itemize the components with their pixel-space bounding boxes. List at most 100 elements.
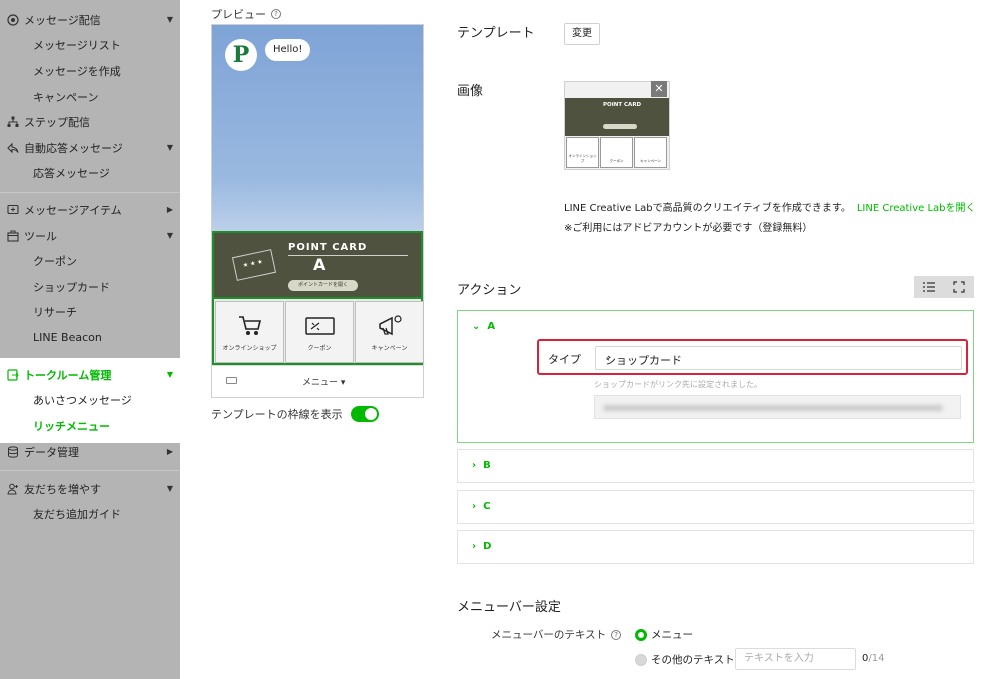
radio-unselected[interactable] [635, 653, 647, 666]
sidebar-item-label: 応答メッセージ [33, 166, 110, 180]
chat-bubble: Hello! [265, 39, 311, 61]
coupon-icon [286, 312, 353, 340]
divider [288, 255, 408, 256]
accordion-header-a[interactable]: ⌄ A [472, 321, 495, 332]
thumb-cell: オンラインショップ [566, 137, 599, 168]
help-icon[interactable]: ? [611, 629, 622, 640]
type-help-text: ショップカードがリンク先に設定されました。 [594, 380, 762, 389]
sidebar-item-broadcast[interactable]: メッセージ配信 ▼ [0, 7, 180, 32]
list-view-button[interactable] [914, 276, 944, 298]
menubar-text-input[interactable]: テキストを入力 [735, 648, 856, 670]
image-label: 画像 [457, 84, 484, 99]
expand-icon [953, 281, 965, 293]
tool-icon [6, 229, 20, 243]
sidebar-item-label: メッセージリスト [33, 38, 121, 52]
sidebar-item-label: キャンペーン [33, 90, 99, 104]
chevron-down-icon: ▼ [166, 15, 174, 24]
sidebar-item-response-message[interactable]: 応答メッセージ [0, 160, 180, 185]
thumb-button [603, 124, 637, 129]
step-icon [6, 115, 20, 129]
broadcast-icon [6, 13, 20, 27]
thumb-cell: キャンペーン [634, 137, 667, 168]
sidebar-item-label: データ管理 [24, 445, 79, 459]
sidebar-item-data[interactable]: データ管理 ▶ [0, 439, 180, 464]
creative-lab-link[interactable]: LINE Creative Labを開く [857, 203, 976, 214]
item-icon [6, 203, 20, 217]
chat-menubar[interactable]: メニュー ▾ [212, 365, 423, 397]
sidebar-item-shop-card[interactable]: ショップカード [0, 274, 180, 299]
toggle-label: テンプレートの枠線を表示 [211, 408, 343, 421]
link-url-field[interactable] [594, 395, 961, 419]
rich-menu-preview[interactable]: ★★★ POINT CARD ポイントカードを開く A オンラインショップ クー… [212, 231, 424, 365]
chevron-down-icon: ▼ [166, 484, 174, 493]
data-icon [6, 445, 20, 459]
sidebar-item-message-list[interactable]: メッセージリスト [0, 32, 180, 57]
creative-lab-text: LINE Creative Labで高品質のクリエイティブを作成できます。 [564, 203, 851, 214]
reply-icon [6, 141, 20, 155]
adobe-note: ※ご利用にはアドビアカウントが必要です（登録無料） [564, 223, 813, 234]
help-icon[interactable]: ? [271, 9, 281, 19]
rich-menu-cell-coupon[interactable]: クーポン [285, 301, 354, 363]
rich-menu-cell-shop[interactable]: オンラインショップ [215, 301, 284, 363]
sidebar-item-label: メッセージ配信 [24, 13, 101, 27]
sidebar-item-campaign[interactable]: キャンペーン [0, 84, 180, 109]
accordion-b[interactable]: › B [457, 449, 974, 483]
sidebar-item-label: メッセージアイテム [24, 203, 122, 217]
cell-label: キャンペーン [371, 345, 408, 352]
radio-other-text[interactable]: その他のテキスト [635, 652, 735, 667]
sidebar-item-auto-reply[interactable]: 自動応答メッセージ ▼ [0, 135, 180, 160]
sidebar-item-coupon[interactable]: クーポン [0, 248, 180, 273]
sidebar-item-label: 友だち追加ガイド [33, 507, 121, 521]
sidebar-item-step[interactable]: ステップ配信 [0, 109, 180, 134]
radio-label: その他のテキスト [651, 654, 735, 666]
chatroom-icon [6, 368, 20, 382]
thumb-cell: クーポン [600, 137, 633, 168]
thumb-top: POINT CARD [565, 98, 669, 136]
keyboard-icon[interactable] [226, 377, 237, 384]
thumb-title: POINT CARD [603, 102, 642, 108]
sidebar-divider [0, 192, 180, 193]
sidebar-item-research[interactable]: リサーチ [0, 299, 180, 324]
type-select[interactable]: ショップカード ⌄ [595, 346, 962, 370]
sidebar-item-line-beacon[interactable]: LINE Beacon [0, 325, 180, 350]
sidebar: メッセージ配信 ▼ メッセージリスト メッセージを作成 キャンペーン ステップ配… [0, 0, 180, 679]
sidebar-item-friend-add[interactable]: 友だちを増やす ▼ [0, 476, 180, 501]
template-label: テンプレート [457, 26, 535, 41]
sidebar-item-label: ステップ配信 [24, 115, 90, 129]
sidebar-item-rich-menu[interactable]: リッチメニュー [0, 413, 180, 438]
chevron-down-icon: ▼ [166, 231, 174, 240]
type-highlight: タイプ ショップカード ⌄ [537, 339, 968, 375]
point-card-button: ポイントカードを開く [288, 280, 358, 291]
accordion-header-d: › D [472, 541, 492, 552]
point-card-title: POINT CARD [288, 242, 368, 253]
menubar-label[interactable]: メニュー ▾ [302, 375, 345, 388]
sidebar-item-greeting[interactable]: あいさつメッセージ [0, 387, 180, 412]
chevron-right-icon: ▶ [166, 205, 174, 214]
menubar-text-label-text: メニューバーのテキスト [491, 629, 607, 641]
accordion-d[interactable]: › D [457, 530, 974, 564]
sidebar-item-label: トークルーム管理 [24, 368, 112, 382]
accordion-c[interactable]: › C [457, 490, 974, 524]
chat-background: P Hello! [212, 25, 423, 231]
sidebar-item-friend-guide[interactable]: 友だち追加ガイド [0, 501, 180, 526]
change-template-button[interactable]: 変更 [564, 23, 600, 45]
template-border-toggle[interactable] [350, 406, 379, 422]
action-a-panel: ⌄ A タイプ ショップカード ⌄ ショップカードがリンク先に設定されました。 [457, 310, 974, 443]
sidebar-item-create-message[interactable]: メッセージを作成 [0, 58, 180, 83]
rich-menu-area-a[interactable]: ★★★ POINT CARD ポイントカードを開く A [214, 233, 421, 299]
chevron-right-icon: ▶ [166, 447, 174, 456]
radio-label: メニュー [651, 629, 693, 641]
radio-menu[interactable]: メニュー [635, 627, 693, 642]
sidebar-item-message-item[interactable]: メッセージアイテム ▶ [0, 197, 180, 222]
sidebar-item-label: ツール [24, 229, 57, 243]
cell-label: オンラインショップ [222, 345, 277, 352]
rich-menu-cell-campaign[interactable]: キャンペーン [355, 301, 424, 363]
sidebar-item-label: リッチメニュー [33, 419, 110, 433]
sidebar-item-label: ショップカード [33, 280, 110, 294]
radio-selected[interactable] [635, 628, 647, 641]
sidebar-item-tools[interactable]: ツール ▼ [0, 223, 180, 248]
close-icon[interactable]: ✕ [651, 81, 667, 97]
expand-view-button[interactable] [944, 276, 974, 298]
menubar-text-label: メニューバーのテキスト ? [491, 627, 622, 642]
sidebar-item-chatroom[interactable]: トークルーム管理 ▼ [0, 362, 180, 387]
